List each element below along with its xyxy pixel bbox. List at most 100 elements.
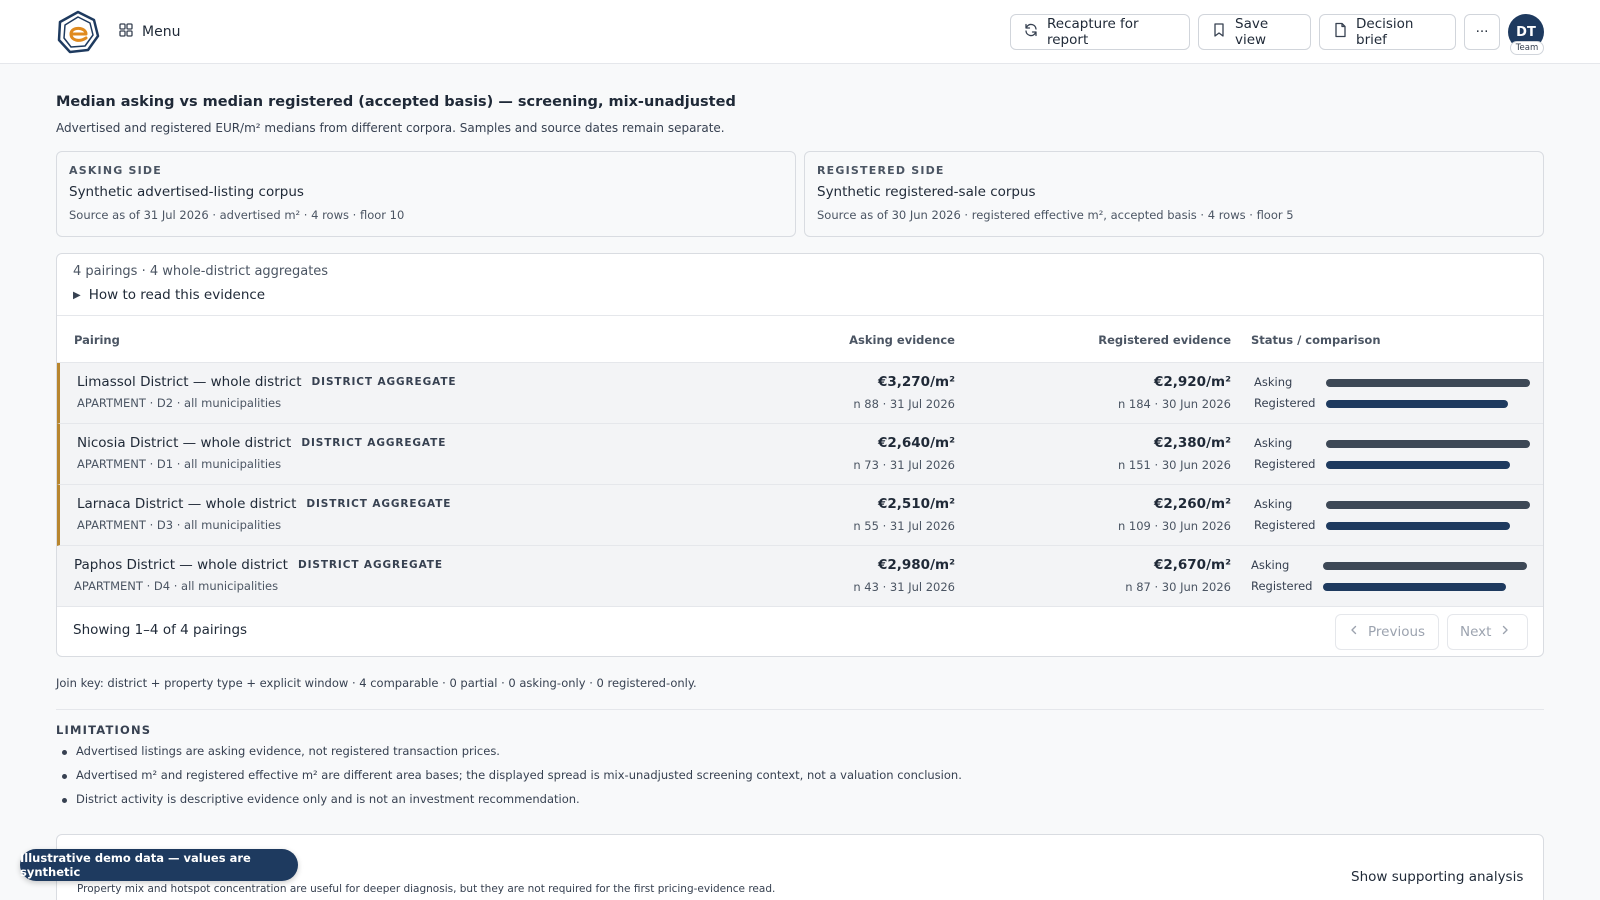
registered-value: €2,380/m² [1153,435,1231,451]
registered-bar-fill [1326,400,1509,408]
previous-label: Previous [1368,624,1426,640]
table-row[interactable]: Nicosia District — whole district DISTRI… [57,424,1543,485]
asking-meta: n 73 · 31 Jul 2026 [853,458,955,472]
pairings-summary: 4 pairings · 4 whole-district aggregates [73,264,329,279]
asking-bar-label: Asking [1254,497,1293,511]
registered-bar-fill [1326,522,1510,530]
table-row[interactable]: Larnaca District — whole district DISTRI… [57,485,1543,546]
registered-bar [1326,522,1530,530]
pairings-table: 4 pairings · 4 whole-district aggregates… [56,253,1544,657]
pairing-name: Limassol District — whole district [77,374,302,390]
registered-source-name: Synthetic registered-sale corpus [817,184,1036,200]
limitation-item: Advertised m² and registered effective m… [62,768,962,792]
pairing-sub: APARTMENT · D3 · all municipalities [77,518,282,532]
pairing-name: Larnaca District — whole district [77,496,297,512]
registered-bar-fill [1323,583,1506,591]
menu-label: Menu [142,24,181,40]
bookmark-icon [1211,22,1227,42]
asking-value: €2,640/m² [877,435,955,451]
registered-bar [1326,461,1530,469]
registered-bar-label: Registered [1254,518,1316,532]
registered-meta: n 184 · 30 Jun 2026 [1117,397,1231,411]
pairing-name-cell: Paphos District — whole district DISTRIC… [74,557,443,573]
table-header: Pairing Asking evidence Registered evide… [57,315,1543,363]
asking-meta: n 43 · 31 Jul 2026 [853,580,955,594]
asking-value: €2,980/m² [877,557,955,573]
recapture-label: Recapture for report [1047,16,1139,48]
chevron-right-icon [1499,624,1511,640]
how-to-read-toggle[interactable]: ▶ How to read this evidence [73,287,265,303]
asking-bar-fill [1326,379,1530,387]
previous-page-button[interactable]: Previous [1335,614,1439,650]
pairing-name-cell: Nicosia District — whole district DISTRI… [77,435,446,451]
save-view-label: Save view [1235,16,1269,48]
registered-bar-fill [1326,461,1510,469]
save-view-button[interactable]: Save view [1198,14,1311,50]
registered-source-meta: Source as of 30 Jun 2026 · registered ef… [817,208,1294,222]
join-key-note: Join key: district + property type + exp… [56,676,697,690]
asking-bar [1326,379,1530,387]
app-logo[interactable] [56,10,100,54]
district-aggregate-tag: DISTRICT AGGREGATE [306,498,452,510]
registered-bar [1326,400,1530,408]
top-bar: Menu Recapture for report Save view Deci… [0,0,1600,64]
limitations-title: LIMITATIONS [56,723,152,737]
limitations-list: Advertised listings are asking evidence,… [62,744,962,816]
refresh-icon [1023,22,1039,42]
pairing-sub: APARTMENT · D4 · all municipalities [74,579,279,593]
asking-source-card: ASKING SIDE Synthetic advertised-listing… [56,151,796,237]
show-supporting-analysis-button[interactable]: Show supporting analysis [1351,869,1523,885]
how-to-read-label: How to read this evidence [88,287,266,303]
registered-bar [1323,583,1527,591]
column-header-status[interactable]: Status / comparison [1251,333,1381,347]
registered-value: €2,670/m² [1153,557,1231,573]
asking-bar [1323,562,1527,570]
registered-meta: n 151 · 30 Jun 2026 [1117,458,1231,472]
recapture-button[interactable]: Recapture for report [1010,14,1190,50]
asking-bar-label: Asking [1254,436,1293,450]
registered-meta: n 87 · 30 Jun 2026 [1125,580,1231,594]
asking-bar-fill [1326,440,1530,448]
pairing-name: Nicosia District — whole district [77,435,292,451]
district-aggregate-tag: DISTRICT AGGREGATE [301,437,447,449]
next-label: Next [1460,624,1492,640]
table-row[interactable]: Limassol District — whole district DISTR… [57,363,1543,424]
asking-bar-label: Asking [1254,375,1293,389]
pairing-name-cell: Limassol District — whole district DISTR… [77,374,456,390]
registered-meta: n 109 · 30 Jun 2026 [1117,519,1231,533]
document-icon [1332,22,1348,42]
section-subtitle: Advertised and registered EUR/m² medians… [56,121,725,135]
section-title: Median asking vs median registered (acce… [56,94,736,110]
supporting-analysis-text: Property mix and hotspot concentration a… [77,883,776,895]
more-icon: ··· [1475,24,1489,40]
registered-source-card: REGISTERED SIDE Synthetic registered-sal… [804,151,1544,237]
avatar-initials: DT [1516,24,1536,40]
asking-meta: n 88 · 31 Jul 2026 [853,397,955,411]
column-header-asking[interactable]: Asking evidence [849,333,955,347]
registered-value: €2,260/m² [1153,496,1231,512]
grid-icon [118,22,134,42]
pairing-sub: APARTMENT · D1 · all municipalities [77,457,282,471]
column-header-pairing[interactable]: Pairing [74,333,120,347]
asking-source-name: Synthetic advertised-listing corpus [69,184,304,200]
menu-button[interactable]: Menu [118,20,180,44]
more-options-button[interactable]: ··· [1464,14,1500,50]
registered-bar-label: Registered [1251,579,1313,593]
table-row[interactable]: Paphos District — whole district DISTRIC… [57,546,1543,607]
column-header-registered[interactable]: Registered evidence [1098,333,1231,347]
asking-bar [1326,440,1530,448]
decision-brief-label: Decision brief [1356,16,1414,48]
asking-bar [1326,501,1530,509]
asking-bar-label: Asking [1251,558,1290,572]
district-aggregate-tag: DISTRICT AGGREGATE [297,559,443,571]
demo-data-badge: Illustrative demo data — values are synt… [20,849,298,881]
decision-brief-button[interactable]: Decision brief [1319,14,1456,50]
chevron-left-icon [1348,624,1360,640]
section-divider [56,709,1544,710]
asking-value: €2,510/m² [877,496,955,512]
registered-bar-label: Registered [1254,457,1316,471]
next-page-button[interactable]: Next [1447,614,1528,650]
limitation-item: Advertised listings are asking evidence,… [62,744,962,768]
registered-value: €2,920/m² [1153,374,1231,390]
pairing-name: Paphos District — whole district [74,557,288,573]
